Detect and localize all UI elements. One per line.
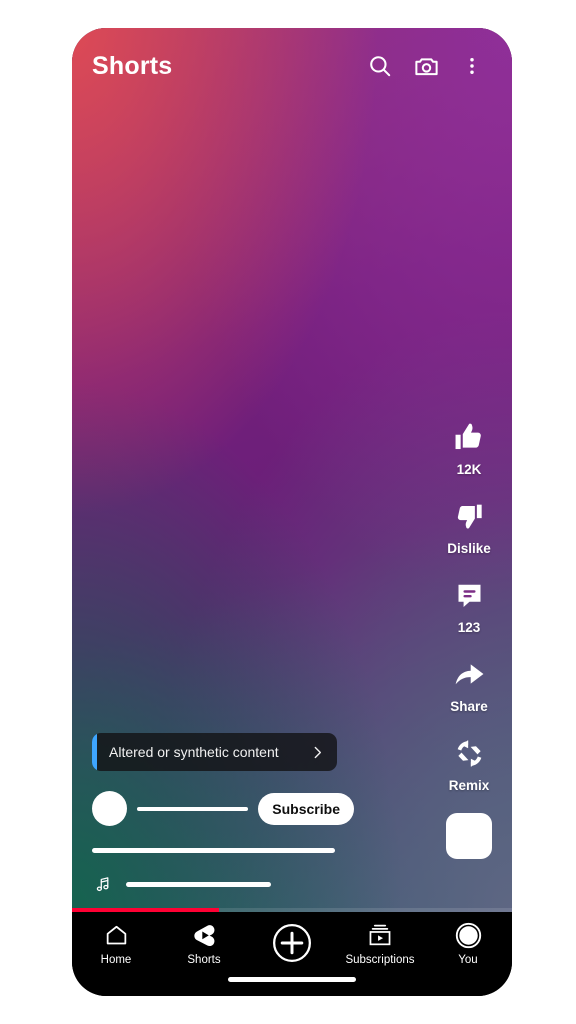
nav-label-subscriptions: Subscriptions [345,954,415,966]
remix-label: Remix [448,778,490,793]
bottom-navigation-bar: Home Shorts Subscriptions You [72,912,512,996]
channel-row: Subscribe [92,791,354,826]
thumbs-down-icon [453,495,485,537]
nav-label-shorts: Shorts [187,954,221,966]
action-rail: 12K Dislike 123 Share Remix [432,416,506,859]
music-title-placeholder [126,882,271,887]
channel-name-placeholder [137,806,249,811]
comment-count: 123 [457,620,481,635]
nav-item-subscriptions[interactable]: Subscriptions [336,920,424,966]
comment-icon [453,574,486,616]
phone-frame: Shorts 12K Dislike 123 Share Remix Alter… [72,28,512,996]
nav-item-shorts[interactable]: Shorts [160,920,248,966]
shorts-top-bar: Shorts [72,28,512,104]
dislike-button[interactable]: Dislike [432,495,506,556]
shorts-video-surface[interactable]: Shorts 12K Dislike 123 Share Remix Alter… [72,28,512,912]
thumbs-up-icon [452,416,486,458]
video-metadata-overlay: Altered or synthetic content Subscribe [92,733,354,894]
chevron-right-icon [310,745,337,760]
share-label: Share [450,699,488,714]
synthetic-chip-label: Altered or synthetic content [109,744,279,760]
like-count: 12K [456,462,482,477]
shorts-icon [192,920,217,950]
more-vertical-icon[interactable] [450,44,494,88]
sound-thumbnail-button[interactable] [446,813,492,859]
nav-label-home: Home [100,954,132,966]
channel-avatar[interactable] [92,791,127,826]
caption-placeholder [92,848,335,853]
camera-icon[interactable] [404,44,448,88]
synthetic-content-chip[interactable]: Altered or synthetic content [92,733,337,771]
music-row[interactable] [92,875,354,894]
nav-item-home[interactable]: Home [72,920,160,966]
dislike-label: Dislike [447,541,491,556]
home-icon [104,920,129,950]
nav-label-you: You [458,954,478,966]
subscribe-button[interactable]: Subscribe [258,792,354,825]
like-button[interactable]: 12K [432,416,506,477]
account-avatar-icon [455,920,482,950]
comments-button[interactable]: 123 [432,574,506,635]
page-title: Shorts [92,51,173,80]
share-button[interactable]: Share [432,653,506,714]
subscriptions-icon [367,920,393,950]
create-plus-icon [271,920,313,966]
home-indicator[interactable] [228,977,356,982]
search-icon[interactable] [358,44,402,88]
music-note-icon [92,875,114,894]
remix-icon [453,732,486,774]
nav-item-you[interactable]: You [424,920,512,966]
share-icon [452,653,486,695]
remix-button[interactable]: Remix [432,732,506,793]
nav-item-create[interactable] [248,920,336,970]
